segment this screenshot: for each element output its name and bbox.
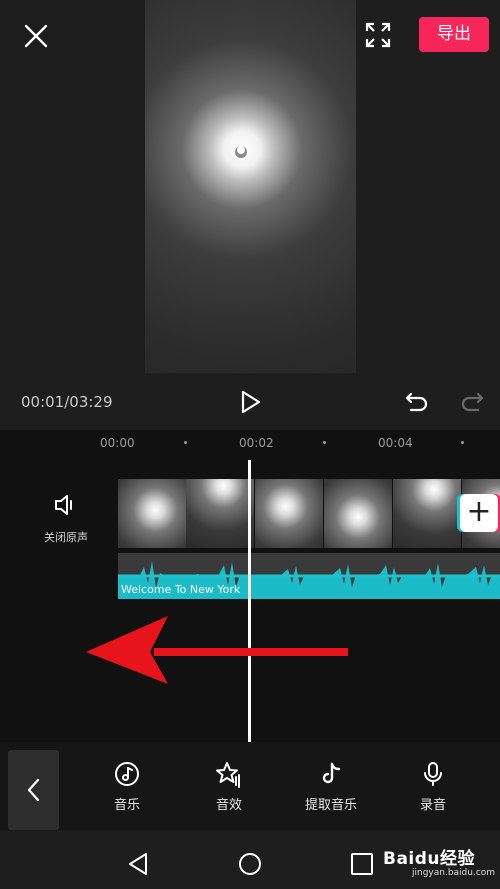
- watermark-brand: Baidu经验: [383, 849, 476, 869]
- speaker-icon[interactable]: [52, 492, 78, 518]
- timecode: 00:01/03:29: [21, 393, 113, 411]
- toolbar-item-label: 音乐: [113, 798, 140, 813]
- play-icon[interactable]: [236, 388, 264, 416]
- back-triangle-icon[interactable]: [126, 851, 152, 877]
- microphone-icon: [424, 762, 442, 786]
- undo-icon[interactable]: [403, 388, 431, 416]
- toolbar-item-label: 音效: [215, 798, 242, 813]
- toolbar-item-label: 录音: [419, 798, 446, 813]
- chevron-left-icon[interactable]: [8, 750, 59, 830]
- timeline-tick: 00:04: [378, 436, 413, 450]
- music-icon: [115, 762, 139, 786]
- export-button[interactable]: 导出: [419, 17, 489, 52]
- annotation-arrow-icon: [84, 614, 350, 686]
- fullscreen-icon[interactable]: [363, 20, 393, 50]
- toolbar-item-label: 提取音乐: [304, 798, 357, 813]
- playhead[interactable]: [248, 460, 251, 742]
- toolbar-item-extract-music[interactable]: 提取音乐: [291, 760, 371, 813]
- timeline-tick: 00:02: [239, 436, 274, 450]
- close-icon[interactable]: [22, 22, 50, 50]
- video-frame-thumbnail: [255, 479, 324, 548]
- timeline-tick: 00:00: [100, 436, 135, 450]
- timeline-tick-dot: [323, 441, 326, 444]
- video-frame-thumbnail: [118, 479, 187, 548]
- video-track[interactable]: [118, 479, 500, 548]
- video-preview: [145, 0, 356, 373]
- toolbar-item-record[interactable]: 录音: [393, 760, 473, 813]
- mute-original-sound-label[interactable]: 关闭原声: [36, 529, 96, 545]
- extract-music-icon: [322, 762, 341, 784]
- video-frame-thumbnail: [393, 479, 462, 548]
- sound-effect-icon: [216, 762, 240, 788]
- audio-track-title: Welcome To New York: [121, 583, 241, 596]
- recents-square-icon[interactable]: [349, 851, 375, 877]
- toolbar-item-music[interactable]: 音乐: [87, 760, 167, 813]
- timeline-tick-dot: [184, 441, 187, 444]
- home-circle-icon[interactable]: [237, 851, 263, 877]
- redo-icon[interactable]: [458, 388, 486, 416]
- toolbar-item-sound-effect[interactable]: 音效: [189, 760, 269, 813]
- timeline-tick-dot: [461, 441, 464, 444]
- video-frame-thumbnail: [186, 479, 255, 548]
- add-clip-button[interactable]: +: [460, 494, 498, 532]
- video-frame-thumbnail: [324, 479, 393, 548]
- watermark-url: jingyan.baidu.com: [412, 868, 496, 878]
